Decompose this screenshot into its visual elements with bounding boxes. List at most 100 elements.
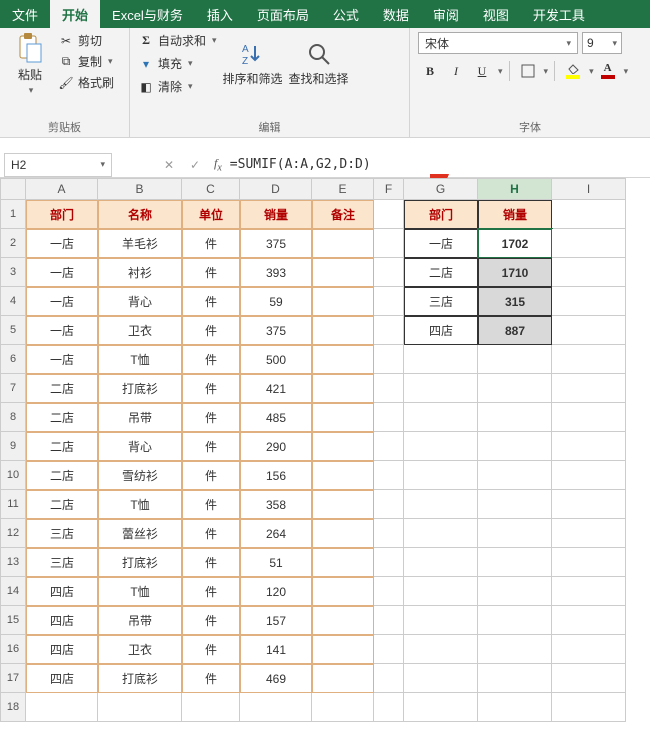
cell-B6[interactable]: T恤	[98, 345, 182, 374]
col-header-E[interactable]: E	[312, 178, 374, 200]
cell-D8[interactable]: 485	[240, 403, 312, 432]
cell-B15[interactable]: 吊带	[98, 606, 182, 635]
italic-button[interactable]: I	[444, 60, 468, 82]
cell-A18[interactable]	[26, 693, 98, 722]
cell-F17[interactable]	[374, 664, 404, 693]
cell-C16[interactable]: 件	[182, 635, 240, 664]
cell-E1[interactable]: 备注	[312, 200, 374, 229]
cell-I16[interactable]	[552, 635, 626, 664]
autosum-button[interactable]: Σ 自动求和▾	[138, 32, 217, 49]
tab-数据[interactable]: 数据	[371, 0, 421, 28]
cell-F4[interactable]	[374, 287, 404, 316]
cell-B3[interactable]: 衬衫	[98, 258, 182, 287]
cell-D13[interactable]: 51	[240, 548, 312, 577]
cell-B17[interactable]: 打底衫	[98, 664, 182, 693]
row-header-10[interactable]: 10	[0, 461, 26, 490]
tab-开始[interactable]: 开始	[50, 0, 100, 28]
font-color-button[interactable]: A	[596, 60, 620, 82]
bold-button[interactable]: B	[418, 60, 442, 82]
col-header-C[interactable]: C	[182, 178, 240, 200]
cell-E11[interactable]	[312, 490, 374, 519]
cell-F9[interactable]	[374, 432, 404, 461]
cell-C4[interactable]: 件	[182, 287, 240, 316]
cell-D1[interactable]: 销量	[240, 200, 312, 229]
fx-icon[interactable]: fx	[208, 156, 228, 173]
cell-G10[interactable]	[404, 461, 478, 490]
cell-D12[interactable]: 264	[240, 519, 312, 548]
fill-button[interactable]: ▾ 填充▾	[138, 55, 217, 72]
cell-D16[interactable]: 141	[240, 635, 312, 664]
cell-C17[interactable]: 件	[182, 664, 240, 693]
cell-C5[interactable]: 件	[182, 316, 240, 345]
cell-A1[interactable]: 部门	[26, 200, 98, 229]
cell-F5[interactable]	[374, 316, 404, 345]
cell-H3[interactable]: 1710	[478, 258, 552, 287]
col-header-H[interactable]: H	[478, 178, 552, 200]
cut-button[interactable]: ✂ 剪切	[58, 32, 114, 49]
cell-G6[interactable]	[404, 345, 478, 374]
cell-E9[interactable]	[312, 432, 374, 461]
row-header-6[interactable]: 6	[0, 345, 26, 374]
cell-G7[interactable]	[404, 374, 478, 403]
cell-F13[interactable]	[374, 548, 404, 577]
cell-B5[interactable]: 卫衣	[98, 316, 182, 345]
cell-H15[interactable]	[478, 606, 552, 635]
cell-F14[interactable]	[374, 577, 404, 606]
row-header-16[interactable]: 16	[0, 635, 26, 664]
cell-F18[interactable]	[374, 693, 404, 722]
cell-I17[interactable]	[552, 664, 626, 693]
cell-B12[interactable]: 蕾丝衫	[98, 519, 182, 548]
cell-A9[interactable]: 二店	[26, 432, 98, 461]
col-header-B[interactable]: B	[98, 178, 182, 200]
cell-I10[interactable]	[552, 461, 626, 490]
row-header-2[interactable]: 2	[0, 229, 26, 258]
cell-H13[interactable]	[478, 548, 552, 577]
cell-I15[interactable]	[552, 606, 626, 635]
cell-H6[interactable]	[478, 345, 552, 374]
row-header-13[interactable]: 13	[0, 548, 26, 577]
cell-E8[interactable]	[312, 403, 374, 432]
cell-I13[interactable]	[552, 548, 626, 577]
cell-H9[interactable]	[478, 432, 552, 461]
cell-C13[interactable]: 件	[182, 548, 240, 577]
cell-C7[interactable]: 件	[182, 374, 240, 403]
cell-H14[interactable]	[478, 577, 552, 606]
copy-button[interactable]: ⧉ 复制▾	[58, 53, 114, 70]
cell-B4[interactable]: 背心	[98, 287, 182, 316]
cell-B13[interactable]: 打底衫	[98, 548, 182, 577]
cell-H12[interactable]	[478, 519, 552, 548]
cell-F6[interactable]	[374, 345, 404, 374]
col-header-G[interactable]: G	[404, 178, 478, 200]
tab-开发工具[interactable]: 开发工具	[521, 0, 597, 28]
cell-E6[interactable]	[312, 345, 374, 374]
worksheet[interactable]: ABCDEFGHI 1部门名称单位销量备注部门销量2一店羊毛衫件375一店170…	[0, 178, 650, 722]
cell-F10[interactable]	[374, 461, 404, 490]
underline-button[interactable]: U	[470, 60, 494, 82]
cell-G18[interactable]	[404, 693, 478, 722]
cell-F7[interactable]	[374, 374, 404, 403]
row-header-9[interactable]: 9	[0, 432, 26, 461]
cell-A13[interactable]: 三店	[26, 548, 98, 577]
cell-D17[interactable]: 469	[240, 664, 312, 693]
cell-A5[interactable]: 一店	[26, 316, 98, 345]
cell-D4[interactable]: 59	[240, 287, 312, 316]
cell-I12[interactable]	[552, 519, 626, 548]
cell-A14[interactable]: 四店	[26, 577, 98, 606]
border-button[interactable]	[516, 60, 540, 82]
cell-I18[interactable]	[552, 693, 626, 722]
cell-E3[interactable]	[312, 258, 374, 287]
paste-button[interactable]: 粘贴 ▾	[8, 32, 52, 96]
cell-H4[interactable]: 315	[478, 287, 552, 316]
cell-A11[interactable]: 二店	[26, 490, 98, 519]
cell-B16[interactable]: 卫衣	[98, 635, 182, 664]
cell-I14[interactable]	[552, 577, 626, 606]
cell-I9[interactable]	[552, 432, 626, 461]
row-header-4[interactable]: 4	[0, 287, 26, 316]
cell-A4[interactable]: 一店	[26, 287, 98, 316]
cell-F8[interactable]	[374, 403, 404, 432]
row-header-17[interactable]: 17	[0, 664, 26, 693]
col-header-A[interactable]: A	[26, 178, 98, 200]
cell-H18[interactable]	[478, 693, 552, 722]
cell-H8[interactable]	[478, 403, 552, 432]
cell-A6[interactable]: 一店	[26, 345, 98, 374]
